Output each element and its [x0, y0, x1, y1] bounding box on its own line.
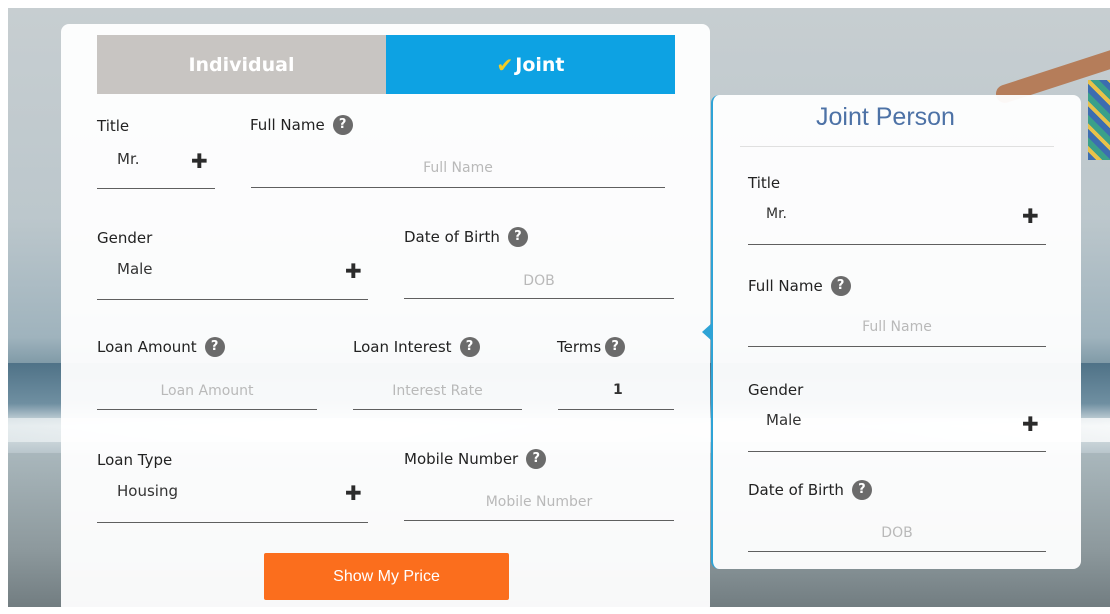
loan-interest-input[interactable]: Interest Rate: [353, 372, 522, 410]
terms-help-icon[interactable]: ?: [605, 337, 626, 357]
dob-placeholder: DOB: [523, 273, 555, 289]
mobile-placeholder: Mobile Number: [485, 494, 593, 510]
gender-label-text: Gender: [97, 229, 153, 247]
full-name-label-text: Full Name: [250, 116, 325, 134]
title-label-text: Title: [97, 117, 130, 135]
dob-label-text: Date of Birth: [404, 228, 500, 246]
joint-title-label-text: Title: [748, 174, 781, 192]
loan-interest-help-icon[interactable]: ?: [459, 337, 480, 357]
terms-value: 1: [613, 382, 623, 398]
mobile-input[interactable]: Mobile Number: [404, 484, 674, 521]
loan-amount-label-text: Loan Amount: [97, 338, 197, 356]
joint-full-name-help-icon[interactable]: ?: [830, 276, 851, 296]
tab-individual[interactable]: Individual: [97, 35, 386, 94]
joint-dob-label-text: Date of Birth: [748, 481, 844, 499]
gender-label: Gender: [97, 229, 152, 247]
title-label: Title: [97, 117, 129, 135]
loan-amount-help-icon[interactable]: ?: [204, 337, 225, 357]
joint-full-name-label-text: Full Name: [748, 277, 823, 295]
joint-title-select[interactable]: [748, 204, 1046, 245]
terms-input[interactable]: 1: [558, 372, 674, 410]
full-name-input[interactable]: Full Name: [251, 150, 665, 188]
mobile-label: Mobile Number ?: [404, 449, 547, 469]
terms-label-text: Terms: [557, 338, 602, 356]
loan-interest-placeholder: Interest Rate: [392, 383, 483, 399]
mobile-help-icon[interactable]: ?: [526, 449, 547, 469]
joint-heading-divider: [740, 146, 1054, 147]
loan-type-label: Loan Type: [97, 451, 172, 469]
joint-full-name-placeholder: Full Name: [862, 319, 932, 335]
full-name-placeholder: Full Name: [423, 160, 493, 176]
loan-type-select[interactable]: [97, 480, 368, 523]
joint-full-name-input[interactable]: Full Name: [748, 311, 1046, 347]
full-name-help-icon[interactable]: ?: [332, 115, 353, 135]
background-person-shirt: [1088, 80, 1110, 160]
main-form-card: [61, 24, 710, 614]
dob-help-icon[interactable]: ?: [507, 227, 528, 247]
joint-person-heading: Joint Person: [816, 103, 955, 131]
joint-gender-label: Gender: [748, 381, 803, 399]
applicant-type-tabs: Individual ✔ Joint: [97, 35, 675, 94]
show-my-price-button[interactable]: Show My Price: [264, 553, 509, 600]
checkmark-icon: ✔: [496, 52, 514, 77]
joint-gender-select[interactable]: [748, 410, 1046, 452]
show-my-price-label: Show My Price: [333, 567, 440, 585]
loan-type-label-text: Loan Type: [97, 451, 173, 469]
loan-interest-label-text: Loan Interest: [353, 338, 452, 356]
joint-dob-label: Date of Birth ?: [748, 480, 872, 500]
loan-amount-label: Loan Amount ?: [97, 337, 225, 357]
joint-dob-placeholder: DOB: [881, 525, 913, 541]
loan-amount-placeholder: Loan Amount: [160, 383, 254, 399]
tab-joint-label: Joint: [515, 53, 565, 76]
joint-dob-help-icon[interactable]: ?: [851, 480, 872, 500]
full-name-label: Full Name ?: [250, 115, 353, 135]
title-select[interactable]: [97, 150, 215, 189]
joint-gender-label-text: Gender: [748, 381, 804, 399]
joint-title-label: Title: [748, 174, 780, 192]
mobile-label-text: Mobile Number: [404, 450, 519, 468]
gender-select[interactable]: [97, 258, 368, 300]
loan-amount-input[interactable]: Loan Amount: [97, 372, 317, 410]
tab-joint[interactable]: ✔ Joint: [386, 35, 675, 94]
loan-interest-label: Loan Interest ?: [353, 337, 480, 357]
joint-full-name-label: Full Name ?: [748, 276, 851, 296]
tab-individual-label: Individual: [188, 53, 295, 76]
terms-label: Terms ?: [557, 337, 626, 357]
dob-label: Date of Birth ?: [404, 227, 528, 247]
dob-input[interactable]: DOB: [404, 262, 674, 299]
joint-dob-input[interactable]: DOB: [748, 516, 1046, 552]
